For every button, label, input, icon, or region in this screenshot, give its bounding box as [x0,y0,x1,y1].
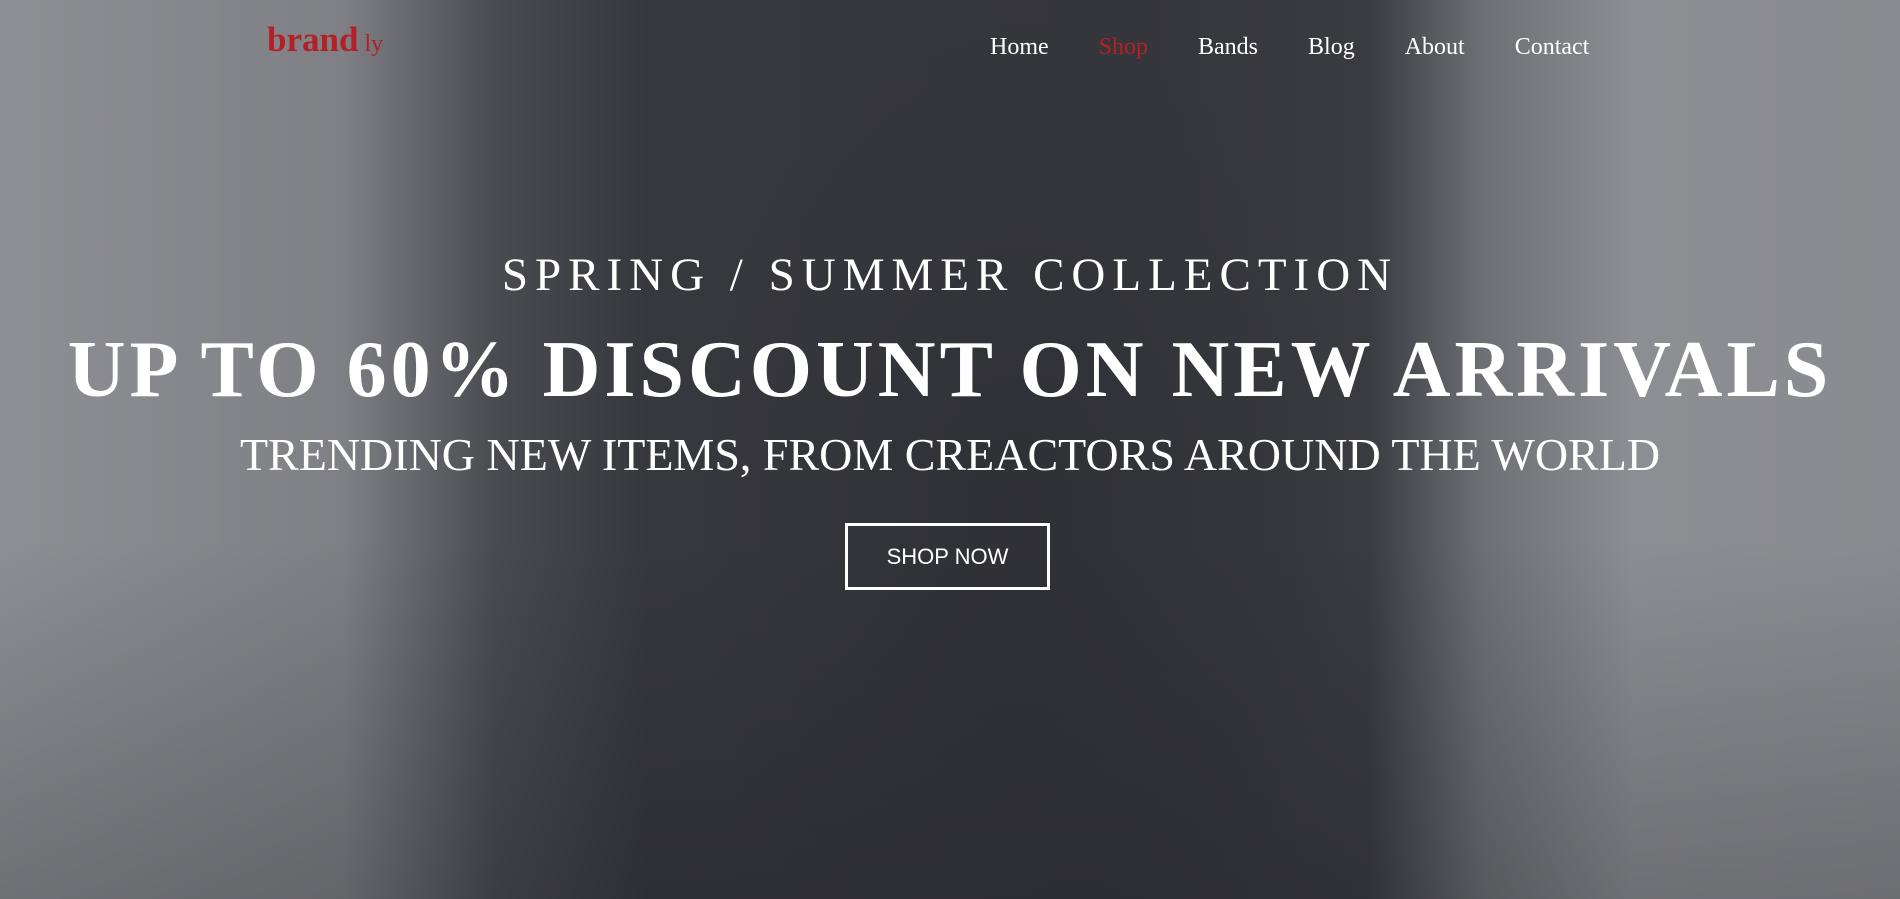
brand-name: brand [267,20,359,59]
nav-blog[interactable]: Blog [1308,34,1355,61]
nav-bands[interactable]: Bands [1198,34,1258,61]
main-nav: Home Shop Bands Blog About Contact [990,34,1589,61]
hero-headline: UP TO 60% DISCOUNT ON NEW ARRIVALS [67,326,1833,414]
shop-now-button[interactable]: SHOP NOW [845,523,1050,590]
nav-shop[interactable]: Shop [1099,34,1148,61]
brand-logo[interactable]: brand ly [267,20,383,60]
nav-home[interactable]: Home [990,34,1049,61]
nav-about[interactable]: About [1405,34,1465,61]
hero-subtitle: SPRING / SUMMER COLLECTION [501,249,1399,301]
nav-contact[interactable]: Contact [1515,34,1590,61]
brand-suffix: ly [364,31,384,57]
hero-tagline: TRENDING NEW ITEMS, FROM CREACTORS AROUN… [239,429,1661,480]
